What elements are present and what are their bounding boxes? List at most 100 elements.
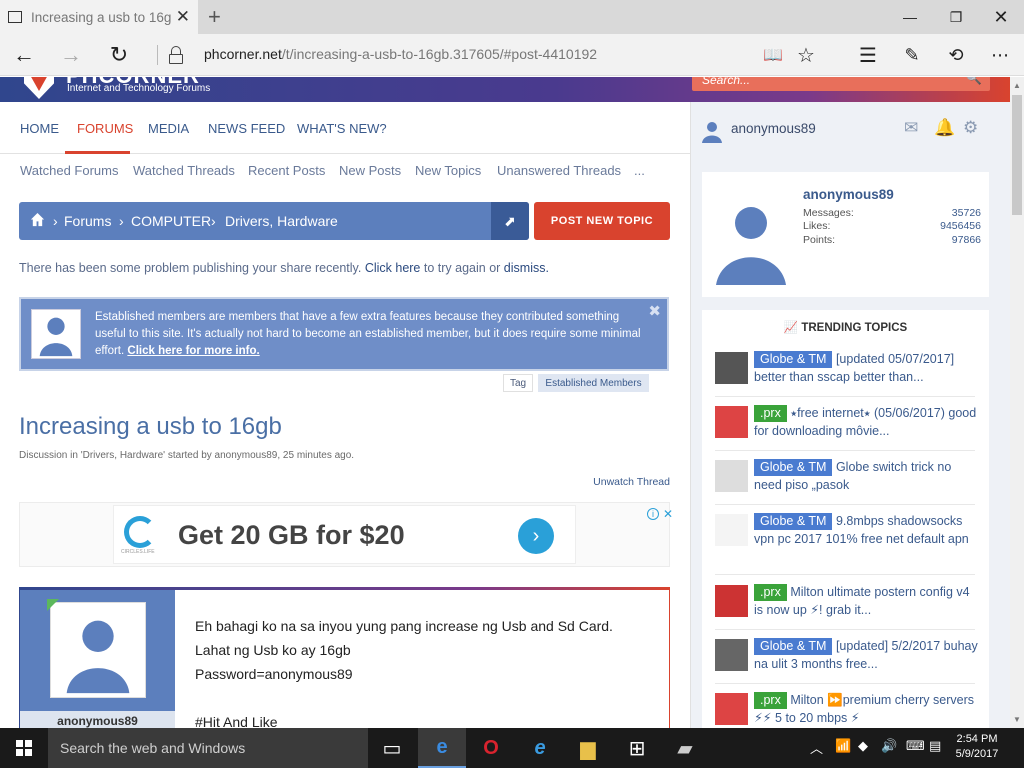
nav-home[interactable]: HOME (20, 121, 59, 136)
trending-title: TRENDING TOPICS (801, 322, 908, 334)
post-new-topic-button[interactable]: POST NEW TOPIC (534, 202, 670, 240)
inbox-icon[interactable]: ✉ (904, 118, 918, 138)
post-body: Eh bahagi ko na sa inyou yung pang incre… (195, 614, 665, 728)
share-icon[interactable]: ⟲ (936, 34, 976, 76)
breadcrumb-computer[interactable]: COMPUTER (131, 213, 211, 229)
back-arrow-icon[interactable]: ← (4, 34, 44, 76)
new-tab-icon[interactable]: + (208, 4, 221, 30)
unwatch-thread-link[interactable]: Unwatch Thread (593, 476, 670, 488)
ad-close-icon[interactable]: ✕ (661, 507, 675, 521)
subnav-watched-forums[interactable]: Watched Forums (20, 163, 119, 178)
tray-chevron-up-icon[interactable]: ︿ (810, 738, 823, 757)
nav-media[interactable]: MEDIA (148, 121, 189, 136)
refresh-icon[interactable]: ↻ (99, 34, 139, 76)
nav-forums[interactable]: FORUMS (77, 121, 133, 136)
trending-title-link[interactable]: Milton ⏩premium cherry servers ⚡⚡ 5 to 2… (754, 693, 974, 725)
stat-value[interactable]: 97866 (952, 234, 981, 246)
nav-news-feed[interactable]: NEWS FEED (208, 121, 285, 136)
trending-thumbnail[interactable] (715, 406, 748, 438)
trending-prefix-badge[interactable]: Globe & TM (754, 513, 833, 530)
profile-name[interactable]: anonymous89 (803, 187, 894, 202)
notice-more-info-link[interactable]: Click here for more info. (127, 345, 259, 357)
network-icon[interactable]: 📶 (835, 738, 851, 754)
error-retry-link[interactable]: Click here (365, 261, 421, 275)
more-menu-icon[interactable]: ⋯ (980, 34, 1020, 76)
breadcrumb-forums[interactable]: Forums (64, 213, 111, 229)
notice-close-icon[interactable]: ✖ (648, 302, 661, 320)
main-nav: HOME FORUMS MEDIA NEWS FEED WHAT'S NEW? (0, 102, 690, 154)
scroll-up-icon[interactable]: ▲ (1013, 81, 1021, 90)
hub-icon[interactable]: ☰ (848, 34, 888, 76)
edge-browser-icon[interactable]: e (418, 728, 466, 768)
trending-thumbnail[interactable] (715, 460, 748, 492)
trending-thumbnail[interactable] (715, 352, 748, 384)
breadcrumb-separator: › (119, 213, 124, 229)
trending-title-link[interactable]: Milton ultimate postern config v4 is now… (754, 585, 970, 617)
file-explorer-icon[interactable]: ▆ (564, 728, 612, 768)
user-avatar-icon[interactable] (700, 119, 724, 143)
subnav-new-posts[interactable]: New Posts (339, 163, 401, 178)
profile-avatar-icon[interactable] (704, 190, 798, 285)
home-icon[interactable] (30, 212, 45, 227)
lock-icon[interactable] (168, 46, 184, 64)
keyboard-icon[interactable]: ⌨ (906, 738, 925, 754)
opera-browser-icon[interactable]: O (467, 728, 515, 768)
trending-prefix-badge[interactable]: .prx (754, 584, 787, 601)
sidebar-username[interactable]: anonymous89 (731, 121, 816, 136)
post-avatar-icon[interactable] (50, 602, 146, 698)
page-scrollbar[interactable]: ▲ ▼ (1010, 77, 1024, 728)
external-link-icon[interactable]: ⬈ (491, 202, 529, 240)
settings-gear-icon[interactable]: ⚙ (963, 118, 978, 138)
scrollbar-thumb[interactable] (1012, 95, 1022, 215)
trending-prefix-badge[interactable]: .prx (754, 405, 787, 422)
subnav-more[interactable]: ... (634, 163, 645, 178)
window-close-icon[interactable]: ✕ (978, 0, 1024, 34)
action-center-icon[interactable]: ▤ (929, 738, 941, 754)
maximize-icon[interactable]: ❐ (933, 0, 979, 34)
subnav-watched-threads[interactable]: Watched Threads (133, 163, 235, 178)
start-button[interactable] (0, 728, 48, 768)
breadcrumb-drivers-hardware[interactable]: Drivers, Hardware (225, 213, 338, 229)
drive-icon[interactable]: ▰ (661, 728, 709, 768)
volume-icon[interactable]: 🔊 (881, 738, 897, 754)
trending-thumbnail[interactable] (715, 639, 748, 671)
minimize-icon[interactable]: — (887, 0, 933, 34)
trending-thumbnail[interactable] (715, 693, 748, 725)
tab-close-icon[interactable]: ✕ (176, 7, 190, 27)
subnav-unanswered-threads[interactable]: Unanswered Threads (497, 163, 621, 178)
web-note-icon[interactable]: ✎ (892, 34, 932, 76)
trending-thumbnail[interactable] (715, 514, 748, 546)
internet-explorer-icon[interactable]: e (516, 728, 564, 768)
tag-established-members[interactable]: Established Members (538, 374, 649, 392)
task-view-icon[interactable]: ▭ (368, 728, 416, 768)
nav-whats-new[interactable]: WHAT'S NEW? (297, 121, 387, 136)
error-dismiss-link[interactable]: dismiss. (504, 261, 549, 275)
trending-prefix-badge[interactable]: Globe & TM (754, 459, 833, 476)
stat-value[interactable]: 35726 (952, 207, 981, 219)
alerts-bell-icon[interactable]: 🔔 (934, 118, 955, 138)
trending-prefix-badge[interactable]: .prx (754, 692, 787, 709)
trending-title-link[interactable]: ⭑free internet⭑ (05/06/2017) good for do… (754, 406, 976, 438)
trending-thumbnail[interactable] (715, 585, 748, 617)
site-logo-icon[interactable] (24, 77, 54, 99)
stat-value[interactable]: 9456456 (940, 220, 981, 232)
ad-banner[interactable]: CIRCLES.LIFE Get 20 GB for $20 › i ✕ (113, 505, 673, 564)
search-icon[interactable]: 🔍 (966, 77, 982, 86)
browser-tab[interactable]: Increasing a usb to 16gb ✕ (0, 0, 198, 34)
url-field[interactable]: phcorner.net/t/increasing-a-usb-to-16gb.… (204, 46, 597, 62)
ad-go-arrow-icon[interactable]: › (518, 518, 554, 554)
taskbar-search[interactable]: Search the web and Windows (48, 728, 368, 768)
favorite-star-icon[interactable]: ☆ (786, 34, 826, 76)
post-username[interactable]: anonymous89 (20, 711, 175, 728)
tray-app-icon[interactable]: ◆ (858, 738, 868, 754)
forward-arrow-icon[interactable]: → (51, 34, 91, 76)
site-search-input[interactable]: Search... 🔍 (692, 77, 990, 91)
system-clock[interactable]: 2:54 PM 5/9/2017 (952, 732, 1002, 762)
scroll-down-icon[interactable]: ▼ (1013, 715, 1021, 724)
store-icon[interactable]: ⊞ (613, 728, 661, 768)
trending-prefix-badge[interactable]: Globe & TM (754, 638, 833, 655)
trending-prefix-badge[interactable]: Globe & TM (754, 351, 833, 368)
ad-info-icon[interactable]: i (647, 508, 659, 520)
subnav-recent-posts[interactable]: Recent Posts (248, 163, 325, 178)
subnav-new-topics[interactable]: New Topics (415, 163, 481, 178)
